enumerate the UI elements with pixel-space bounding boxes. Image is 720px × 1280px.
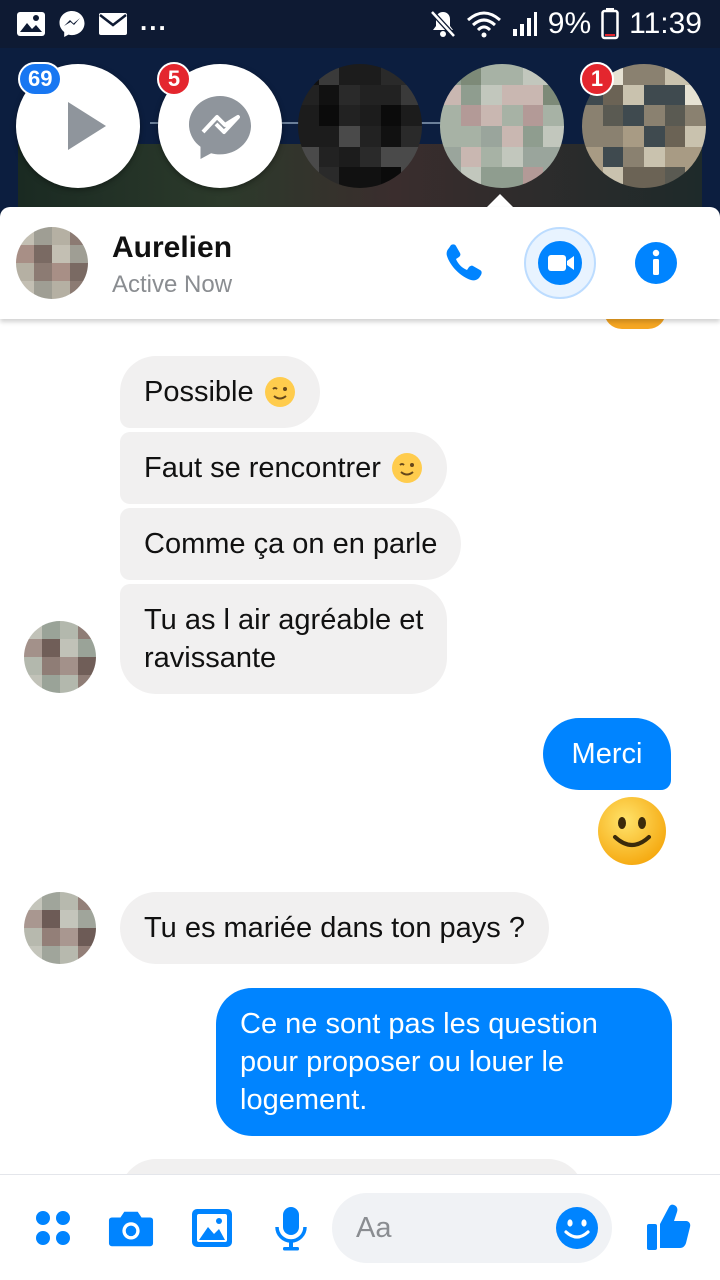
video-call-button[interactable] [524, 227, 596, 299]
active-status: Active Now [112, 271, 233, 298]
wink-emoji-icon [391, 453, 422, 483]
blurred-avatar [440, 64, 564, 188]
message-bubble-incoming-partial[interactable] [120, 1159, 584, 1174]
message-text-line: Ce ne sont pas les question [240, 1008, 598, 1040]
message-text-line: Tu as l air agréable et [144, 604, 424, 636]
message-composer [0, 1174, 720, 1280]
chat-head-badge: 1 [580, 62, 614, 96]
voice-record-button[interactable] [268, 1205, 314, 1251]
camera-icon [108, 1211, 154, 1247]
smile-emoji-icon[interactable] [596, 795, 668, 867]
clock-time: 11:39 [629, 7, 702, 40]
gallery-button[interactable] [189, 1205, 235, 1251]
chat-head-contact-active[interactable] [440, 64, 564, 188]
wifi-icon [466, 11, 501, 38]
sticker-partial [604, 319, 666, 329]
apps-button[interactable] [30, 1205, 76, 1251]
info-icon [635, 242, 677, 284]
active-chat-pointer [486, 194, 514, 208]
message-bubble-outgoing[interactable]: Ce ne sont pas les question pour propose… [216, 988, 672, 1136]
message-text-line: pour proposer ou louer le [240, 1046, 565, 1078]
chat-head-badge: 69 [18, 62, 63, 96]
avatar[interactable] [16, 227, 88, 299]
message-list[interactable]: Possible Faut se rencontrer Comme ça on … [0, 319, 720, 1174]
battery-icon [601, 8, 619, 40]
apps-icon [36, 1211, 70, 1245]
blurred-avatar [24, 621, 96, 693]
message-input-container[interactable] [332, 1193, 612, 1263]
chat-head-contact[interactable] [298, 64, 422, 188]
phone-icon [446, 244, 482, 281]
message-text: Faut se rencontrer [144, 452, 381, 484]
message-text-line: ravissante [144, 642, 277, 674]
more-notifications-indicator: ... [140, 5, 168, 36]
signal-icon [512, 12, 537, 36]
camera-button[interactable] [108, 1205, 154, 1251]
message-text: Possible [144, 376, 254, 408]
call-button[interactable] [438, 237, 490, 289]
message-bubble-incoming[interactable]: Faut se rencontrer [120, 432, 447, 504]
info-button[interactable] [630, 237, 682, 289]
wink-emoji-icon [264, 377, 295, 407]
gallery-icon [192, 1209, 232, 1247]
video-camera-icon [538, 241, 582, 285]
message-text: Tu es mariée dans ton pays ? [144, 912, 525, 944]
message-text: Comme ça on en parle [144, 528, 438, 560]
mute-icon [429, 10, 456, 38]
avatar[interactable] [24, 892, 96, 964]
chat-head-badge: 5 [157, 62, 191, 96]
message-bubble-incoming[interactable]: Comme ça on en parle [120, 508, 462, 580]
contact-name[interactable]: Aurelien [112, 231, 232, 265]
message-text-line: logement. [240, 1084, 368, 1116]
conversation-header: Aurelien Active Now [0, 207, 720, 319]
avatar[interactable] [24, 621, 96, 693]
message-bubble-incoming[interactable]: Possible [120, 356, 320, 428]
message-text: Merci [571, 738, 643, 770]
blurred-avatar [24, 892, 96, 964]
gallery-icon [17, 12, 45, 36]
message-bubble-incoming[interactable]: Tu as l air agréable et ravissante [120, 584, 448, 694]
like-button[interactable] [644, 1201, 694, 1253]
status-bar: ... 9% 11:39 [0, 0, 720, 48]
message-input[interactable] [356, 1207, 556, 1249]
battery-percentage: 9% [547, 7, 592, 40]
blurred-avatar [16, 227, 88, 299]
emoji-icon [556, 1207, 598, 1249]
thumbs-up-icon [647, 1204, 691, 1250]
mail-icon [99, 13, 127, 35]
message-bubble-incoming[interactable]: Tu es mariée dans ton pays ? [120, 892, 549, 964]
messenger-icon [59, 11, 85, 37]
microphone-icon [275, 1207, 307, 1251]
emoji-button[interactable] [554, 1205, 600, 1251]
message-bubble-outgoing[interactable]: Merci [543, 718, 671, 790]
blurred-avatar [298, 64, 422, 188]
